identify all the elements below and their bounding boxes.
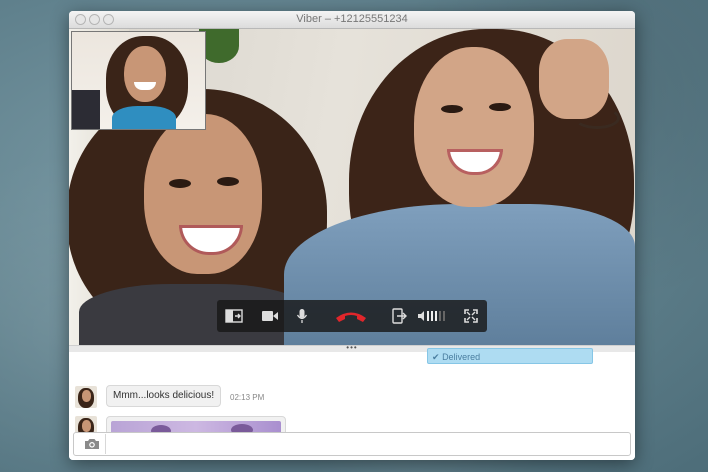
volume-control[interactable] bbox=[415, 300, 455, 332]
avatar[interactable] bbox=[75, 386, 97, 408]
end-call-icon bbox=[336, 312, 366, 322]
video-camera-icon bbox=[262, 311, 278, 321]
delivered-message-status: ✔ Delivered bbox=[427, 348, 593, 364]
delivered-label: Delivered bbox=[442, 352, 481, 362]
transfer-call-button[interactable] bbox=[387, 300, 411, 332]
end-call-button[interactable] bbox=[329, 300, 373, 332]
swap-camera-icon bbox=[225, 309, 243, 323]
fullscreen-icon bbox=[464, 309, 478, 323]
fullscreen-button[interactable] bbox=[459, 300, 483, 332]
title-bar: Viber – +12125551234 bbox=[69, 11, 635, 29]
self-view-chair bbox=[72, 90, 100, 129]
message-timestamp: 02:13 PM bbox=[230, 393, 265, 402]
message-input[interactable] bbox=[73, 432, 631, 456]
call-controls-bar bbox=[217, 300, 487, 332]
message-bubble[interactable]: Mmm...looks delicious! bbox=[106, 385, 222, 407]
avatar-face bbox=[82, 420, 91, 432]
checkmark-icon: ✔ bbox=[432, 352, 440, 362]
person-left-eye bbox=[169, 179, 191, 188]
viber-window: Viber – +12125551234 ••• ✔ Delivered Mmm… bbox=[69, 11, 635, 460]
chat-conversation: ✔ Delivered Mmm...looks delicious! 02:13… bbox=[69, 348, 635, 443]
video-toggle-button[interactable] bbox=[257, 300, 283, 332]
person-right-face bbox=[414, 47, 534, 207]
message-text: Mmm...looks delicious! bbox=[113, 390, 215, 401]
remote-video bbox=[69, 29, 635, 345]
self-view-shirt bbox=[112, 106, 176, 129]
person-left-eye bbox=[217, 177, 239, 186]
window-title: Viber – +12125551234 bbox=[296, 13, 408, 25]
transfer-call-icon bbox=[392, 308, 407, 324]
avatar-face bbox=[82, 390, 91, 402]
swap-camera-button[interactable] bbox=[221, 300, 247, 332]
bracelet bbox=[574, 107, 620, 129]
person-right-eye bbox=[489, 103, 511, 111]
attach-photo-button[interactable] bbox=[79, 434, 106, 454]
camera-icon bbox=[85, 439, 99, 449]
person-right-eye bbox=[441, 105, 463, 113]
microphone-icon bbox=[296, 309, 308, 323]
message-composer bbox=[69, 432, 635, 460]
mute-button[interactable] bbox=[291, 300, 313, 332]
volume-icon bbox=[418, 311, 445, 321]
self-view-face bbox=[124, 46, 166, 102]
self-view-video[interactable] bbox=[71, 31, 206, 130]
